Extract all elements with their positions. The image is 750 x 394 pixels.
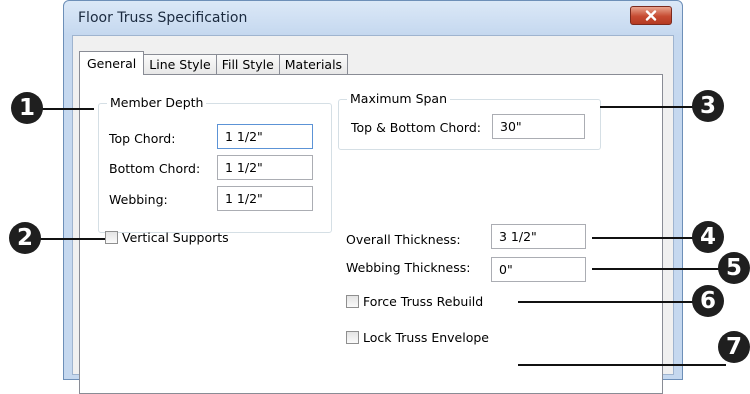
- callout-4-leader: [592, 237, 708, 239]
- tab-general[interactable]: General: [79, 51, 145, 75]
- top-chord-field[interactable]: 1 1/2": [217, 124, 313, 149]
- force-truss-rebuild-checkbox[interactable]: Force Truss Rebuild: [346, 294, 483, 309]
- callout-2: 2: [9, 222, 41, 254]
- force-truss-rebuild-box[interactable]: [346, 295, 359, 308]
- close-icon: [645, 10, 657, 21]
- callout-3: 3: [692, 90, 724, 122]
- maximum-span-group: Maximum Span Top & Bottom Chord: 30": [338, 91, 601, 150]
- maximum-span-legend: Maximum Span: [347, 91, 451, 106]
- tab-materials[interactable]: Materials: [278, 54, 349, 75]
- window-title: Floor Truss Specification: [78, 10, 248, 26]
- webbing-label: Webbing:: [109, 192, 168, 207]
- callout-7: 7: [718, 331, 750, 363]
- dialog-window: Floor Truss Specification General Line S…: [63, 0, 683, 394]
- force-truss-rebuild-label: Force Truss Rebuild: [363, 294, 484, 309]
- member-depth-group: Member Depth Top Chord: 1 1/2" Bottom Ch…: [98, 95, 332, 233]
- lock-truss-envelope-checkbox[interactable]: Lock Truss Envelope: [346, 330, 489, 345]
- callout-1: 1: [11, 92, 43, 124]
- webbing-thickness-field[interactable]: 0": [491, 257, 586, 282]
- tab-strip: General Line Style Fill Style Materials: [79, 51, 349, 75]
- vertical-supports-checkbox[interactable]: Vertical Supports: [105, 230, 229, 245]
- callout-6-leader: [518, 301, 708, 303]
- callout-6: 6: [692, 285, 724, 317]
- callout-2-leader: [40, 238, 105, 240]
- close-button[interactable]: [630, 6, 672, 25]
- bottom-chord-label: Bottom Chord:: [109, 161, 201, 176]
- tab-fill-style[interactable]: Fill Style: [215, 54, 280, 75]
- member-depth-legend: Member Depth: [107, 95, 207, 110]
- vertical-supports-label: Vertical Supports: [122, 230, 229, 245]
- webbing-thickness-label: Webbing Thickness:: [346, 260, 471, 275]
- tab-line-style[interactable]: Line Style: [143, 54, 217, 75]
- callout-4: 4: [692, 221, 724, 253]
- top-bottom-chord-label: Top & Bottom Chord:: [351, 120, 481, 135]
- general-tab-panel: Member Depth Top Chord: 1 1/2" Bottom Ch…: [79, 74, 663, 394]
- callout-5-leader: [592, 268, 727, 270]
- callout-1-leader: [42, 108, 94, 110]
- callout-7-leader: [518, 364, 726, 366]
- callout-5: 5: [718, 252, 750, 284]
- top-chord-label: Top Chord:: [109, 131, 176, 146]
- dialog-client-area: General Line Style Fill Style Materials …: [72, 35, 674, 394]
- overall-thickness-field[interactable]: 3 1/2": [491, 224, 586, 249]
- lock-truss-envelope-box[interactable]: [346, 331, 359, 344]
- top-bottom-chord-field[interactable]: 30": [492, 114, 585, 139]
- bottom-chord-field[interactable]: 1 1/2": [217, 155, 313, 180]
- webbing-field[interactable]: 1 1/2": [217, 186, 313, 211]
- lock-truss-envelope-label: Lock Truss Envelope: [363, 330, 489, 345]
- vertical-supports-box[interactable]: [105, 231, 118, 244]
- overall-thickness-label: Overall Thickness:: [346, 232, 461, 247]
